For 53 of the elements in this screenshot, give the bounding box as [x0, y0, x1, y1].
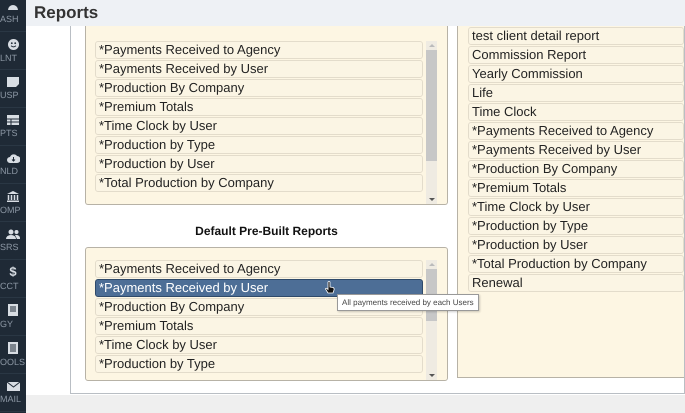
sidebar-label: LNT	[0, 52, 18, 62]
report-item[interactable]: *Payments Received to Agency	[95, 41, 423, 59]
report-item[interactable]: *Production by User	[468, 236, 684, 254]
report-item[interactable]: *Time Clock by User	[468, 198, 684, 216]
report-item[interactable]: *Premium Totals	[468, 179, 684, 197]
report-item[interactable]: *Payments Received by User	[95, 60, 423, 78]
sidebar-label: ASH	[0, 14, 20, 24]
sidebar-label: SRS	[0, 242, 20, 252]
report-item[interactable]: *Payments Received to Agency	[95, 260, 423, 278]
report-item[interactable]: *Payments Received to Agency	[468, 122, 684, 140]
report-item[interactable]: *Time Clock by User	[95, 117, 423, 135]
dollar-icon: $	[9, 266, 17, 278]
report-item[interactable]: *Production by Type	[95, 355, 423, 373]
report-item[interactable]: *Time Clock by User	[95, 336, 423, 354]
report-item[interactable]: *Production by User	[95, 155, 423, 173]
sidebar-label: CCT	[0, 281, 20, 291]
cloud-download-icon	[6, 153, 20, 163]
report-item[interactable]: Yearly Commission	[468, 65, 684, 83]
report-item[interactable]: *Premium Totals	[95, 317, 423, 335]
sidebar-label: PTS	[0, 128, 19, 138]
sidebar-label: OOLS	[0, 357, 26, 367]
users-icon	[6, 229, 20, 239]
smiley-icon	[8, 38, 18, 50]
report-item[interactable]: *Production By Company	[95, 79, 423, 97]
sidebar-label: MAIL	[0, 394, 22, 404]
report-item[interactable]: *Payments Received by User	[95, 279, 423, 297]
sidebar-label: OMP	[0, 204, 22, 214]
card-icon	[7, 77, 19, 87]
report-item[interactable]: *Total Production by Company	[468, 255, 684, 273]
report-item[interactable]: Life	[468, 84, 684, 102]
report-item[interactable]: *Total Production by Company	[95, 174, 423, 192]
bank-icon	[7, 190, 19, 202]
clipboard-icon	[8, 304, 18, 316]
section-heading: Default Pre-Built Reports	[194, 224, 339, 238]
report-item[interactable]: test client detail report	[468, 27, 684, 45]
report-item[interactable]: *Production By Company	[468, 160, 684, 178]
report-item[interactable]: Time Clock	[468, 103, 684, 121]
sidebar-label: USP	[0, 90, 20, 100]
hand-cursor-icon	[325, 281, 335, 294]
table-icon	[7, 115, 19, 125]
scrollbar[interactable]	[426, 41, 437, 204]
report-item[interactable]: *Payments Received by User	[468, 141, 684, 159]
report-item[interactable]: Renewal	[468, 274, 684, 292]
sidebar-label: GY	[0, 319, 14, 329]
report-item[interactable]: Commission Report	[468, 46, 684, 64]
report-item[interactable]: *Premium Totals	[95, 98, 423, 116]
report-item[interactable]: *Production by Type	[468, 217, 684, 235]
report-item[interactable]: *Production by Type	[95, 136, 423, 154]
envelope-icon	[6, 382, 20, 390]
receipt-icon	[8, 342, 18, 354]
tooltip: All payments received by each Users	[337, 294, 479, 311]
page-title: Reports	[34, 3, 98, 23]
sidebar-label: NLD	[0, 166, 20, 176]
